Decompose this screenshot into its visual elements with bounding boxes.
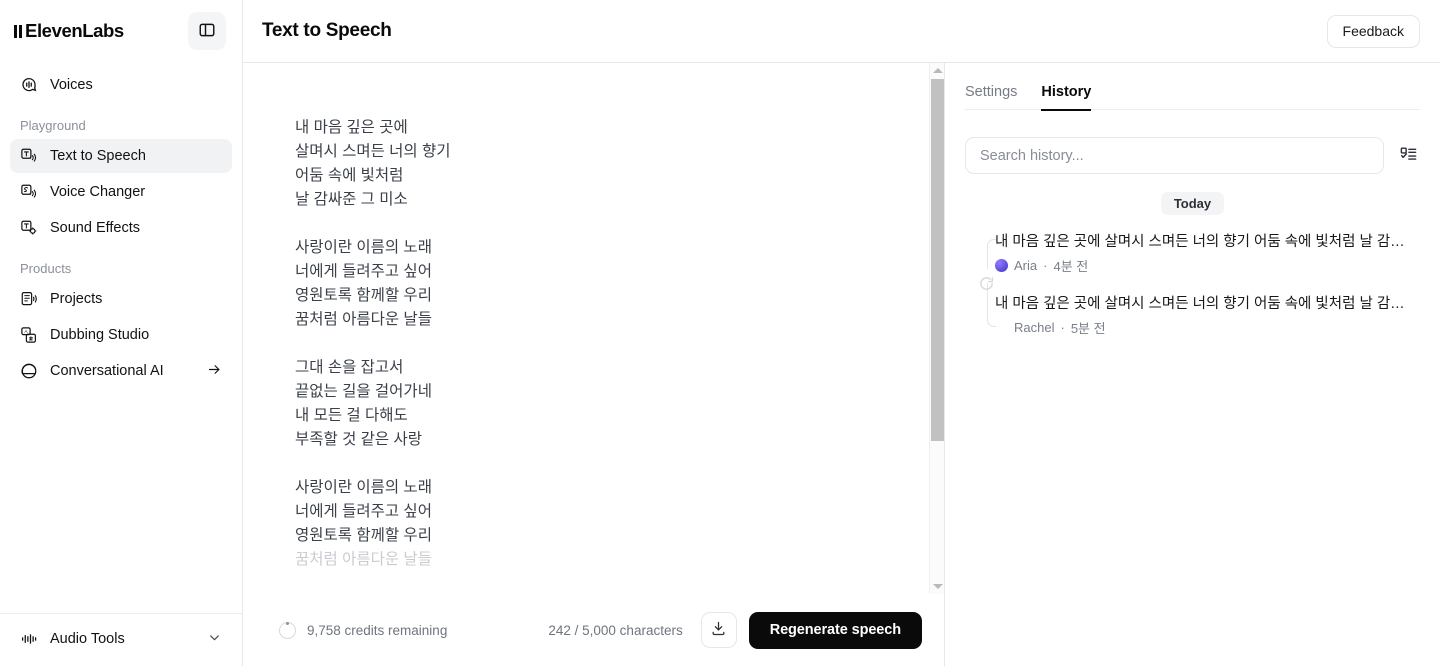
side-panel: Settings History Search history... Today…: [945, 63, 1440, 666]
sidebar-item-audio-tools[interactable]: Audio Tools: [10, 622, 232, 656]
tab-history[interactable]: History: [1041, 84, 1091, 111]
editor-scroll-wrap: 내 마음 깊은 곳에 살며시 스며든 너의 향기 어둠 속에 빛처럼 날 감싸준…: [243, 63, 944, 594]
sidebar-item-label: Text to Speech: [50, 148, 146, 164]
sidebar-item-dubbing-studio[interactable]: A Dubbing Studio: [10, 318, 232, 352]
history-item-text: 내 마음 깊은 곳에 살며시 스며든 너의 향기 어둠 속에 빛처럼 날 감…: [995, 234, 1405, 250]
dubbing-studio-icon: A: [20, 326, 38, 344]
avatar: [995, 259, 1008, 272]
projects-icon: [20, 290, 38, 308]
brand-bars-icon: [14, 24, 24, 38]
meta-separator: ·: [1060, 320, 1065, 335]
page-title: Text to Speech: [262, 20, 392, 41]
scroll-up-arrow-icon[interactable]: [930, 63, 945, 78]
history-connector: [974, 239, 996, 327]
filter-list-icon: [1399, 145, 1418, 167]
sidebar-item-label: Dubbing Studio: [50, 327, 150, 343]
brand-logo[interactable]: ElevenLabs: [14, 20, 124, 42]
history-item-time: 5분 전: [1070, 321, 1106, 336]
brand-label: ElevenLabs: [25, 20, 124, 41]
editor-pane: 내 마음 깊은 곳에 살며시 스며든 너의 향기 어둠 속에 빛처럼 날 감싸준…: [243, 63, 945, 666]
content-row: 내 마음 깊은 곳에 살며시 스며든 너의 향기 어둠 속에 빛처럼 날 감싸준…: [243, 62, 1440, 666]
editor-text-faded-tail: 꿈처럼 아름다운 날들: [295, 551, 432, 568]
credit-ring-icon: [279, 621, 296, 639]
text-to-speech-icon: [20, 147, 38, 165]
editor-text-body: 내 마음 깊은 곳에 살며시 스며든 너의 향기 어둠 속에 빛처럼 날 감싸준…: [295, 119, 451, 544]
search-input[interactable]: [965, 137, 1384, 174]
sidebar-item-voice-changer[interactable]: Voice Changer: [10, 175, 232, 209]
editor-scrollbar[interactable]: [929, 63, 944, 594]
scrollbar-thumb[interactable]: [931, 79, 944, 441]
voices-icon: [20, 76, 38, 94]
sidebar-section-playground: Playground: [20, 118, 86, 133]
history-item-voice: Rachel: [1014, 320, 1055, 335]
audio-tools-icon: [20, 630, 38, 648]
history-item[interactable]: 내 마음 깊은 곳에 살며시 스며든 너의 향기 어둠 속에 빛처럼 날 감… …: [995, 225, 1420, 287]
character-count: 242 / 5,000 characters: [548, 622, 683, 638]
main-area: Text to Speech Feedback 내 마음 깊은 곳에 살며시 스…: [243, 0, 1440, 666]
conversational-ai-icon: [20, 362, 38, 380]
text-to-speech-input[interactable]: 내 마음 깊은 곳에 살며시 스며든 너의 향기 어둠 속에 빛처럼 날 감싸준…: [243, 63, 929, 594]
panel-tabs: Settings History: [965, 63, 1420, 111]
history-list: 내 마음 깊은 곳에 살며시 스며든 너의 향기 어둠 속에 빛처럼 날 감… …: [965, 225, 1420, 349]
history-item-text: 내 마음 깊은 곳에 살며시 스며든 너의 향기 어둠 속에 빛처럼 날 감…: [995, 296, 1405, 312]
voice-changer-icon: [20, 183, 38, 201]
history-item-voice: Aria: [1014, 258, 1038, 273]
app-root: ElevenLabs Voices Playground Text to Spe…: [0, 0, 1440, 666]
sidebar-item-conversational-ai[interactable]: Conversational AI: [10, 354, 232, 388]
arrow-right-icon: [207, 362, 222, 381]
download-button[interactable]: [700, 612, 737, 648]
history-item-time: 4분 전: [1053, 259, 1089, 274]
meta-separator: ·: [1043, 258, 1048, 273]
regenerate-speech-button[interactable]: Regenerate speech: [748, 611, 922, 649]
avatar: [995, 321, 1008, 334]
credits-label: 9,758 credits remaining: [307, 622, 448, 638]
feedback-button[interactable]: Feedback: [1326, 14, 1420, 48]
credits-indicator: 9,758 credits remaining: [279, 621, 448, 639]
history-item-meta: Rachel · 5분 전: [995, 318, 1420, 337]
download-icon: [710, 620, 727, 640]
sidebar-item-label: Audio Tools: [50, 631, 125, 647]
sidebar: ElevenLabs Voices Playground Text to Spe…: [0, 0, 243, 666]
sidebar-header: ElevenLabs: [0, 0, 242, 62]
sidebar-section-products: Products: [20, 261, 72, 276]
history-item[interactable]: 내 마음 깊은 곳에 살며시 스며든 너의 향기 어둠 속에 빛처럼 날 감… …: [995, 287, 1420, 349]
panel-left-icon: [198, 21, 216, 42]
scroll-down-arrow-icon[interactable]: [930, 579, 945, 594]
sidebar-item-label: Voices: [50, 77, 93, 93]
top-bar: Text to Speech Feedback: [243, 0, 1440, 62]
panel-toggle-button[interactable]: [188, 12, 226, 50]
sidebar-item-label: Conversational AI: [50, 363, 164, 379]
chevron-down-icon: [207, 630, 222, 649]
search-row: [965, 110, 1420, 174]
sidebar-item-sound-effects[interactable]: Sound Effects: [10, 211, 232, 245]
history-group-header: Today: [965, 174, 1420, 225]
sidebar-item-voices[interactable]: Voices: [10, 68, 232, 102]
refresh-icon: [975, 272, 997, 294]
sidebar-nav: Voices Playground Text to Speech Voice C…: [0, 62, 242, 390]
today-chip: Today: [1160, 192, 1225, 215]
sidebar-footer: Audio Tools: [0, 613, 242, 666]
sidebar-item-projects[interactable]: Projects: [10, 282, 232, 316]
sidebar-item-label: Sound Effects: [50, 220, 141, 236]
tab-settings[interactable]: Settings: [965, 84, 1017, 110]
history-item-meta: Aria · 4분 전: [995, 256, 1420, 275]
filter-list-button[interactable]: [1396, 144, 1420, 168]
sidebar-item-text-to-speech[interactable]: Text to Speech: [10, 139, 232, 173]
editor-footer: 9,758 credits remaining 242 / 5,000 char…: [243, 594, 944, 666]
sidebar-item-label: Projects: [50, 291, 103, 307]
sound-effects-icon: [20, 219, 38, 237]
sidebar-item-label: Voice Changer: [50, 184, 146, 200]
